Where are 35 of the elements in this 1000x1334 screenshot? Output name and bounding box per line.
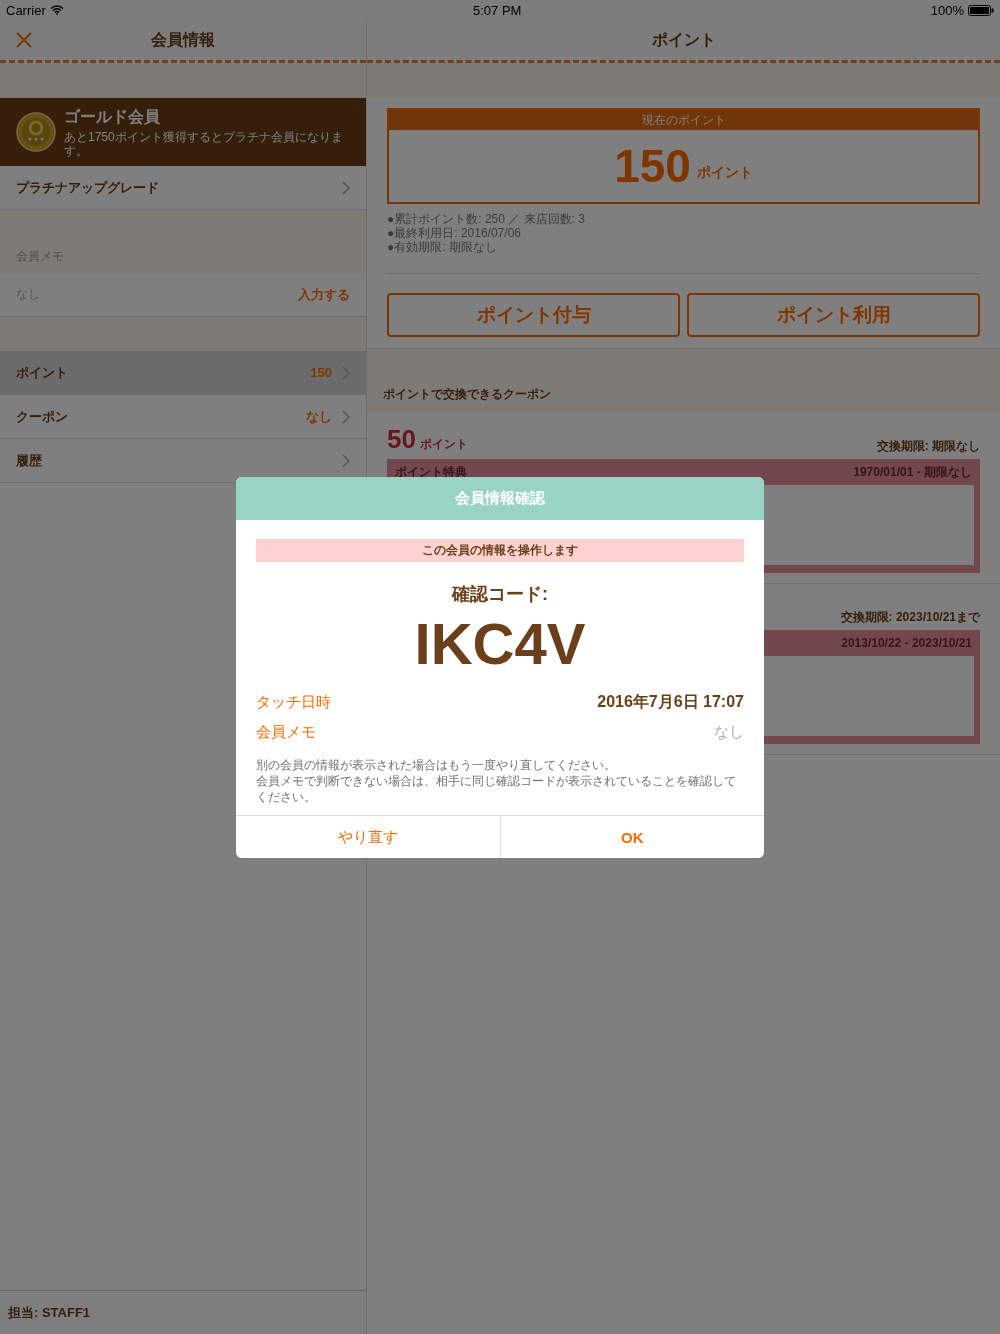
info-value: 2016年7月6日 17:07 [597,691,744,712]
section-header: ポイントで交換できるクーポン [383,386,551,403]
code-label: 確認コード: [452,583,548,606]
info-value: なし [714,722,744,742]
coupon-deadline: 交換期限: 期限なし [876,438,980,455]
dialog-title: 会員情報確認 [455,489,545,508]
carrier-text: Carrier [6,2,46,18]
stat-line: ●最終利用日: 2016/07/06 [387,226,522,240]
points-header: 現在のポイント [389,110,978,130]
dialog-note: 別の会員の情報が表示された場合はもう一度やり直してください。 [256,757,617,773]
battery-text: 100% [930,2,964,18]
staff-text: 担当: STAFF1 [8,1303,91,1322]
info-label: タッチ日時 [256,692,331,712]
coupon-period: 2013/10/22 - 2023/10/21 [841,636,972,650]
menu-value: なし [306,407,332,426]
confirmation-code: IKC4V [414,610,586,677]
points-value: 150 [614,139,691,193]
coupon-category: ポイント特典 [395,463,467,481]
rank-subtitle: あと1750ポイント獲得するとプラチナ会員になります。 [64,129,344,158]
menu-label: ポイント [16,363,69,382]
menu-label: 履歴 [16,451,43,470]
menu-label: クーポン [16,407,69,426]
clock-text: 5:07 PM [473,2,522,18]
info-label: 会員メモ [256,722,316,742]
coupon-points: 50 [387,424,416,455]
nav-title: 会員情報 [151,29,215,50]
notice-banner: この会員の情報を操作します [256,539,744,562]
coupon-period: 1970/01/01 - 期限なし [853,463,972,481]
dialog-note: 会員メモで判断できない場合は、相手に同じ確認コードが表示されていることを確認してください。 [256,773,737,805]
rank-title: ゴールド会員 [64,106,161,127]
nav-title: ポイント [651,29,716,50]
points-unit: ポイント [696,164,753,182]
coupon-points-unit: ポイント [419,436,468,453]
coupon-deadline: 交換期限: 2023/10/21まで [840,609,980,626]
menu-value: 150 [310,365,332,380]
